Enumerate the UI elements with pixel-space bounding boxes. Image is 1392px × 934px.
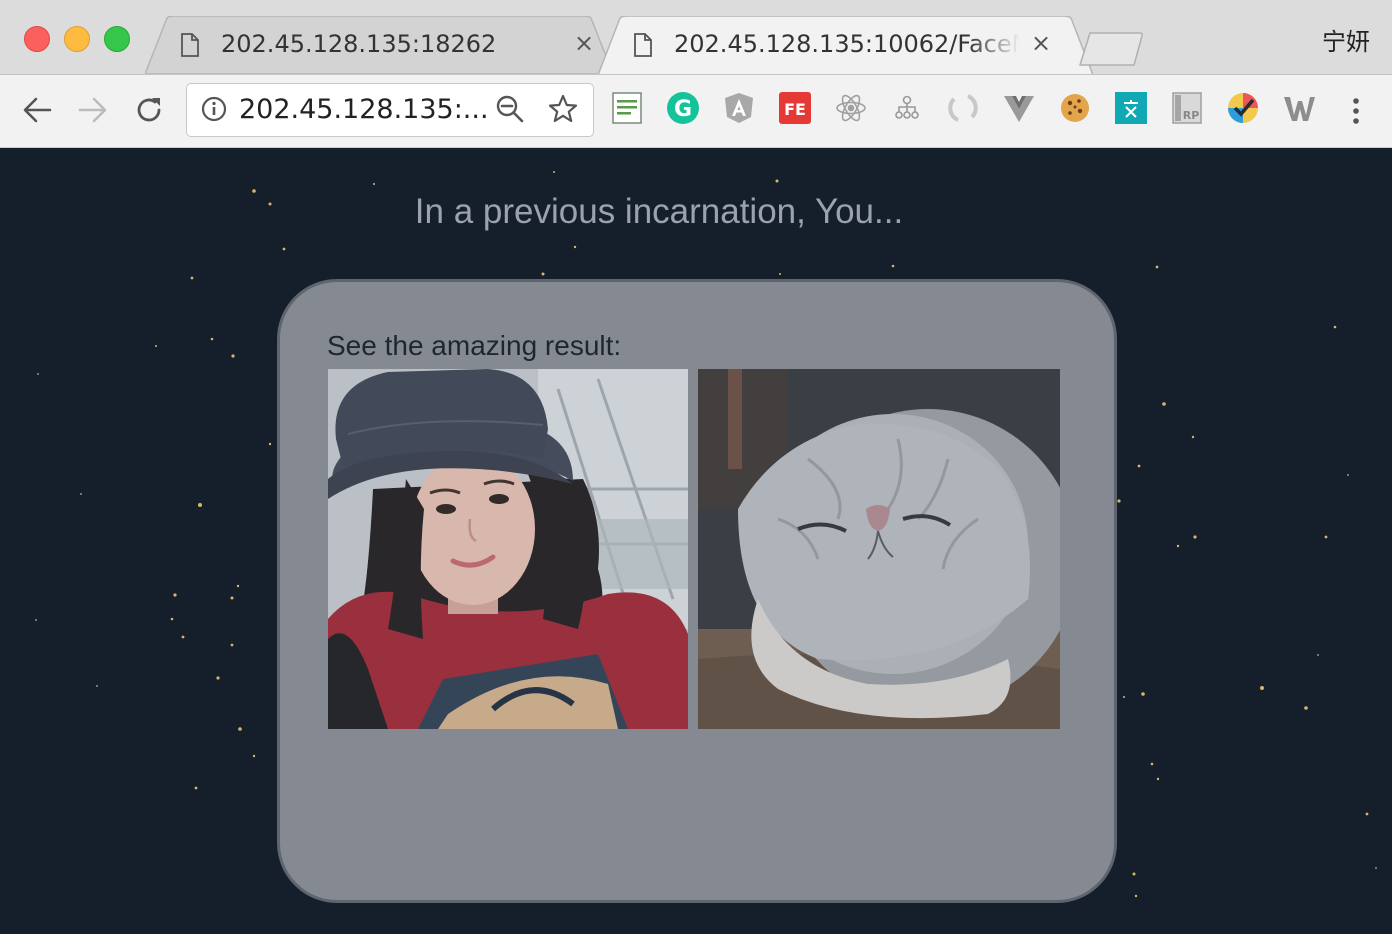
browser-toolbar: 202.45.128.135:... G FE RP xyxy=(0,75,1392,148)
page-heading: In a previous incarnation, You... xyxy=(414,192,904,231)
menu-dots-icon[interactable] xyxy=(1346,95,1366,127)
file-icon xyxy=(181,33,199,57)
grammarly-icon[interactable]: G xyxy=(666,91,700,125)
tab-1[interactable]: 202.45.128.135:18262 × xyxy=(145,16,613,74)
sitemap-icon[interactable] xyxy=(890,91,924,125)
close-window-button[interactable] xyxy=(24,26,50,52)
minimize-window-button[interactable] xyxy=(64,26,90,52)
file-icon xyxy=(634,33,652,57)
zoom-out-icon[interactable] xyxy=(495,94,525,124)
rp-icon[interactable]: RP xyxy=(1170,91,1204,125)
chromatic-icon[interactable] xyxy=(1226,91,1260,125)
notes-icon[interactable] xyxy=(610,91,644,125)
svg-text:RP: RP xyxy=(1183,109,1200,122)
tab-2-title: 202.45.128.135:10062/FaceMa xyxy=(674,30,1020,58)
angular-icon[interactable] xyxy=(722,91,756,125)
result-label: See the amazing result: xyxy=(327,330,622,361)
forward-arrow-icon[interactable] xyxy=(76,93,110,127)
cat-photo xyxy=(698,369,1060,729)
react-icon[interactable] xyxy=(834,91,868,125)
profile-name[interactable]: 宁妍 xyxy=(1322,22,1370,57)
info-icon[interactable] xyxy=(201,96,227,122)
tab-strip: 202.45.128.135:18262 × 202.45.128.135:10… xyxy=(0,0,1392,75)
close-icon[interactable]: × xyxy=(573,31,595,55)
reload-icon[interactable] xyxy=(132,93,166,127)
back-arrow-icon[interactable] xyxy=(20,93,54,127)
new-tab-button[interactable] xyxy=(1078,32,1144,66)
tab-2[interactable]: 202.45.128.135:10062/FaceMa × xyxy=(598,16,1093,74)
translate-icon[interactable] xyxy=(1114,91,1148,125)
page-content: In a previous incarnation, You... See th… xyxy=(0,148,1392,934)
zoom-window-button[interactable] xyxy=(104,26,130,52)
user-photo xyxy=(328,369,688,729)
tab-1-title: 202.45.128.135:18262 xyxy=(221,30,497,58)
close-icon[interactable]: × xyxy=(1030,31,1052,55)
svg-text:G: G xyxy=(674,97,692,122)
url-text[interactable]: 202.45.128.135:... xyxy=(239,94,489,125)
result-card: See the amazing result: xyxy=(277,279,1117,903)
w-icon[interactable] xyxy=(1282,91,1316,125)
address-bar[interactable]: 202.45.128.135:... xyxy=(186,83,594,137)
bookmark-star-icon[interactable] xyxy=(547,93,579,125)
vue-icon[interactable] xyxy=(1002,91,1036,125)
svg-text:FE: FE xyxy=(784,100,806,119)
fe-helper-icon[interactable]: FE xyxy=(778,91,812,125)
loader-icon[interactable] xyxy=(946,91,980,125)
cookie-icon[interactable] xyxy=(1058,91,1092,125)
